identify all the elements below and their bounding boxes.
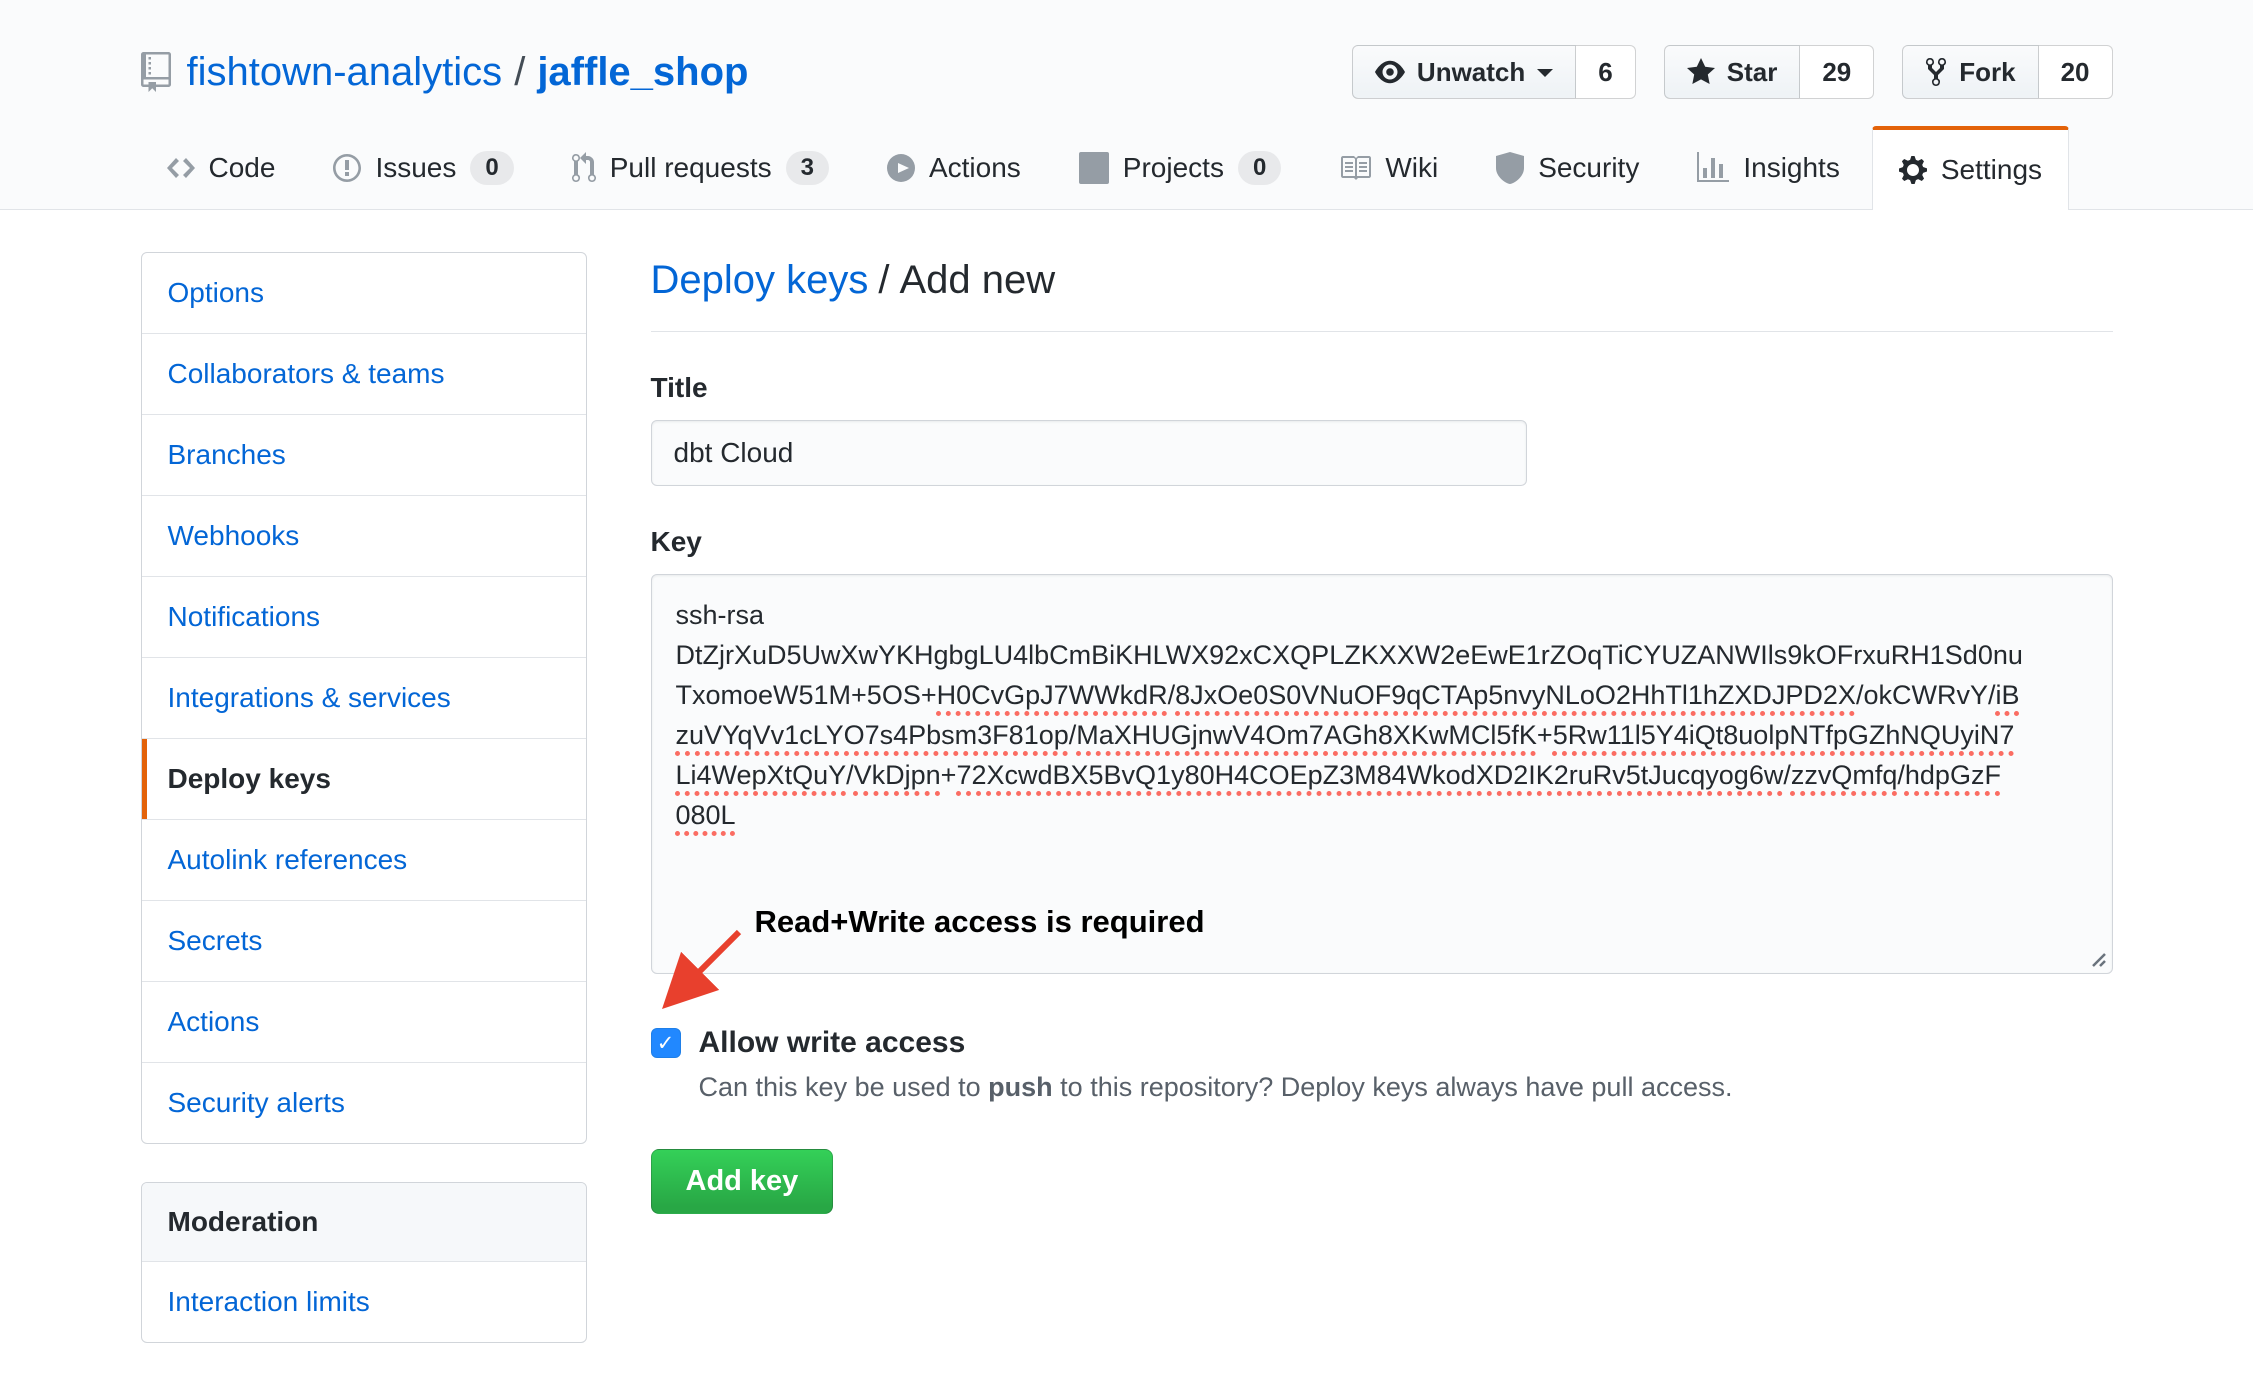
star-count[interactable]: 29 <box>1800 45 1874 99</box>
tab-label: Actions <box>929 152 1021 184</box>
sidebar-item-autolink-references[interactable]: Autolink references <box>142 820 586 901</box>
key-area: ssh-rsaDtZjrXuD5UwXwYKHgbgLU4lbCmBiKHLWX… <box>651 574 2113 974</box>
title-field-label: Title <box>651 372 2113 404</box>
projects-icon <box>1079 152 1109 184</box>
resize-gripper-icon[interactable] <box>2083 944 2107 968</box>
heading-current: Add new <box>900 258 1056 302</box>
insights-icon <box>1697 152 1729 184</box>
tab-label: Issues <box>375 152 456 184</box>
pull-requests-count-badge: 3 <box>786 151 829 185</box>
watch-count[interactable]: 6 <box>1576 45 1635 99</box>
allow-write-access-row: ✓ Allow write access <box>651 1026 2113 1060</box>
page-title: Deploy keys/Add new <box>651 258 2113 332</box>
sidebar-item-actions[interactable]: Actions <box>142 982 586 1063</box>
unwatch-label: Unwatch <box>1417 57 1525 88</box>
sidebar-item-collaborators-teams[interactable]: Collaborators & teams <box>142 334 586 415</box>
tab-wiki[interactable]: Wiki <box>1313 126 1464 209</box>
star-icon <box>1687 56 1715 88</box>
issues-count-badge: 0 <box>470 151 513 185</box>
code-icon <box>167 152 195 184</box>
tab-insights[interactable]: Insights <box>1671 126 1866 209</box>
repo-name-link[interactable]: jaffle_shop <box>537 50 748 95</box>
sidebar-item-webhooks[interactable]: Webhooks <box>142 496 586 577</box>
pull-request-icon <box>572 152 596 184</box>
sidebar-item-branches[interactable]: Branches <box>142 415 586 496</box>
tab-security[interactable]: Security <box>1470 126 1665 209</box>
star-label: Star <box>1727 57 1778 88</box>
fork-button-group: Fork 20 <box>1902 45 2112 99</box>
settings-sidebar: Options Collaborators & teams Branches W… <box>141 252 587 1381</box>
sidebar-item-security-alerts[interactable]: Security alerts <box>142 1063 586 1143</box>
deploy-keys-breadcrumb-link[interactable]: Deploy keys <box>651 258 869 302</box>
unwatch-button[interactable]: Unwatch <box>1352 45 1576 99</box>
moderation-menu-header: Moderation <box>142 1183 586 1262</box>
projects-count-badge: 0 <box>1238 151 1281 185</box>
tab-projects[interactable]: Projects 0 <box>1053 126 1308 209</box>
repo-social-actions: Unwatch 6 Star 29 Fork 20 <box>1324 45 2113 99</box>
checkmark-icon: ✓ <box>657 1031 675 1056</box>
sidebar-item-integrations-services[interactable]: Integrations & services <box>142 658 586 739</box>
fork-icon <box>1925 56 1947 88</box>
tab-label: Settings <box>1941 154 2042 186</box>
caret-down-icon <box>1537 69 1553 85</box>
tab-issues[interactable]: Issues 0 <box>307 126 539 209</box>
tab-label: Wiki <box>1385 152 1438 184</box>
title-input[interactable] <box>651 420 1527 486</box>
fork-button[interactable]: Fork <box>1902 45 2038 99</box>
add-key-button[interactable]: Add key <box>651 1149 834 1214</box>
issue-icon <box>333 152 361 184</box>
security-icon <box>1496 152 1524 184</box>
tab-label: Security <box>1538 152 1639 184</box>
key-field-label: Key <box>651 526 2113 558</box>
key-textarea-content: ssh-rsaDtZjrXuD5UwXwYKHgbgLU4lbCmBiKHLWX… <box>676 595 2088 835</box>
heading-separator: / <box>878 258 889 302</box>
tab-label: Code <box>209 152 276 184</box>
tab-label: Insights <box>1743 152 1840 184</box>
repo-owner-link[interactable]: fishtown-analytics <box>187 50 503 95</box>
moderation-menu: Moderation Interaction limits <box>141 1182 587 1343</box>
allow-write-access-checkbox[interactable]: ✓ <box>651 1028 681 1058</box>
tab-pull-requests[interactable]: Pull requests 3 <box>546 126 855 209</box>
eye-icon <box>1375 57 1405 87</box>
wiki-icon <box>1339 152 1371 184</box>
sidebar-item-options[interactable]: Options <box>142 253 586 334</box>
tab-settings[interactable]: Settings <box>1872 126 2069 210</box>
key-textarea[interactable]: ssh-rsaDtZjrXuD5UwXwYKHgbgLU4lbCmBiKHLWX… <box>651 574 2113 974</box>
fork-count[interactable]: 20 <box>2039 45 2113 99</box>
star-button[interactable]: Star <box>1664 45 1801 99</box>
deploy-key-form: Deploy keys/Add new Title Key ssh-rsaDtZ… <box>651 252 2113 1214</box>
tab-actions[interactable]: Actions <box>861 126 1047 209</box>
repo-header: fishtown-analytics / jaffle_shop Unwatch… <box>0 0 2253 210</box>
repo-nav-tabs: Code Issues 0 Pull requests 3 Actions Pr… <box>141 126 2113 209</box>
tab-label: Projects <box>1123 152 1224 184</box>
fork-label: Fork <box>1959 57 2015 88</box>
tab-code[interactable]: Code <box>141 126 302 209</box>
repo-icon <box>141 52 171 92</box>
repo-title-separator: / <box>514 50 525 95</box>
sidebar-item-notifications[interactable]: Notifications <box>142 577 586 658</box>
sidebar-item-deploy-keys[interactable]: Deploy keys <box>142 739 586 820</box>
watch-button-group: Unwatch 6 <box>1352 45 1636 99</box>
repo-title: fishtown-analytics / jaffle_shop <box>141 50 749 95</box>
tab-label: Pull requests <box>610 152 772 184</box>
settings-menu: Options Collaborators & teams Branches W… <box>141 252 587 1144</box>
settings-icon <box>1899 154 1927 186</box>
sidebar-item-secrets[interactable]: Secrets <box>142 901 586 982</box>
sidebar-item-interaction-limits[interactable]: Interaction limits <box>142 1262 586 1342</box>
write-access-help-text: Can this key be used to push to this rep… <box>699 1072 2113 1103</box>
star-button-group: Star 29 <box>1664 45 1875 99</box>
actions-icon <box>887 152 915 184</box>
allow-write-access-label[interactable]: Allow write access <box>699 1026 966 1060</box>
